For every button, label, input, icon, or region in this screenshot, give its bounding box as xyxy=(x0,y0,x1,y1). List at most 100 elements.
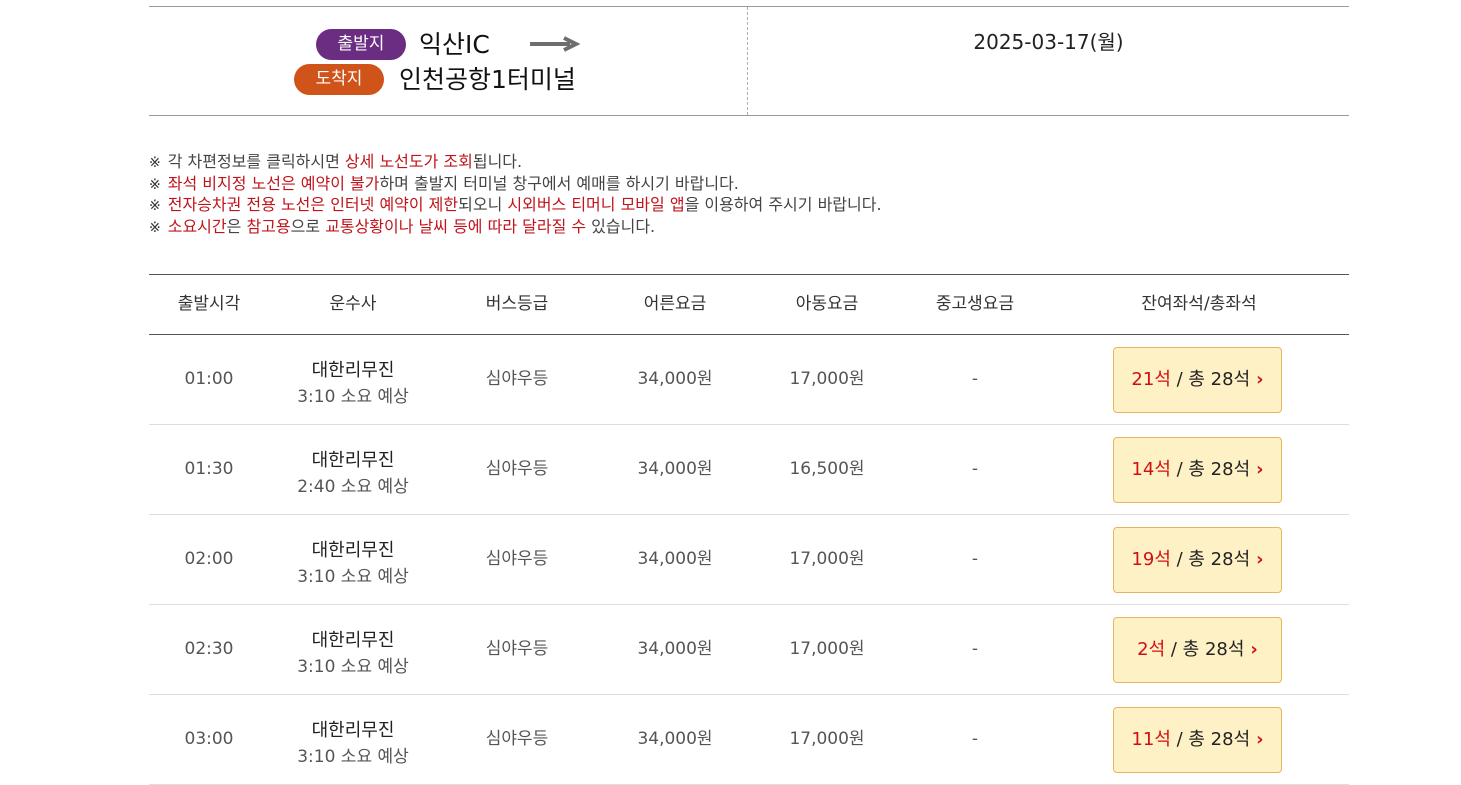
company-name[interactable]: 대한리무진 xyxy=(269,716,437,742)
header-departure-time: 출발시각 xyxy=(177,294,241,314)
child-fare: 17,000원 xyxy=(789,549,865,569)
route-endpoints: 출발지 익산IC 도착지 인천공항1터미널 xyxy=(149,7,748,115)
header-seats: 잔여좌석/총좌석 xyxy=(1141,294,1257,314)
student-fare: - xyxy=(971,729,979,749)
notice-text: 하며 출발지 터미널 창구에서 예매를 하시기 바랍니다. xyxy=(379,173,739,193)
notice-item: ※ 전자승차권 전용 노선은 인터넷 예약이 제한되오니 시외버스 티머니 모바일… xyxy=(149,194,1349,216)
arrow-right-icon xyxy=(530,36,581,52)
notice-highlight: 소요시간 xyxy=(167,216,227,236)
table-header: 출발시각 운수사 버스등급 어른요금 아동요금 중고생요금 잔여좌석/총좌석 xyxy=(149,274,1349,335)
company-cell[interactable]: 대한리무진 3:10 소요 예상 xyxy=(269,605,437,694)
notice-mark: ※ xyxy=(149,198,161,214)
header-company: 운수사 xyxy=(329,294,377,314)
arrival-name: 인천공항1터미널 xyxy=(399,65,576,94)
chevron-right-icon: › xyxy=(1256,549,1264,570)
departure-name: 익산IC xyxy=(419,30,490,59)
company-name[interactable]: 대한리무진 xyxy=(269,446,437,472)
chevron-right-icon: › xyxy=(1256,369,1264,390)
select-seat-button[interactable]: 19석 / 총 28석 › xyxy=(1113,527,1282,593)
notice-highlight: 상세 노선도가 조회 xyxy=(344,152,473,171)
travel-duration: 3:10 소요 예상 xyxy=(297,387,409,407)
total-seats: / 총 28석 xyxy=(1165,639,1245,660)
chevron-right-icon: › xyxy=(1256,459,1264,480)
notice-mark: ※ xyxy=(149,176,161,193)
table-row[interactable]: 02:30 대한리무진 3:10 소요 예상 심야우등 34,000원 17,000원 - 2… xyxy=(149,605,1349,695)
notice-item: ※ 소요시간은 참고용으로 교통상황이나 날씨 등에 따라 달라질 수 있습니다. xyxy=(149,216,1349,238)
departure-date: 2025-03-17(월) xyxy=(973,30,1124,54)
adult-fare: 34,000원 xyxy=(637,639,713,659)
company-cell[interactable]: 대한리무진 3:10 소요 예상 xyxy=(269,515,437,604)
travel-duration: 3:10 소요 예상 xyxy=(297,657,409,677)
company-name[interactable]: 대한리무진 xyxy=(269,356,437,382)
company-name[interactable]: 대한리무진 xyxy=(269,536,437,562)
travel-duration: 2:40 소요 예상 xyxy=(297,477,409,497)
table-body: 01:00 대한리무진 3:10 소요 예상 심야우등 34,000원 17,000원 -2… xyxy=(149,335,1349,785)
notice-mark: ※ xyxy=(149,155,161,171)
departure-time: 03:00 xyxy=(184,729,234,749)
total-seats: / 총 28석 xyxy=(1170,459,1251,480)
bus-grade: 심야우등 xyxy=(485,549,549,569)
departure-badge: 출발지 xyxy=(316,29,406,60)
notice-highlight: 좌석 비지정 노선은 예약이 불가 xyxy=(167,173,380,193)
company-name[interactable]: 대한리무진 xyxy=(269,626,437,652)
travel-duration: 3:10 소요 예상 xyxy=(297,747,409,767)
total-seats: / 총 28석 xyxy=(1170,549,1251,570)
company-cell[interactable]: 대한리무진 3:10 소요 예상 xyxy=(269,695,437,784)
table-row[interactable]: 01:00 대한리무진 3:10 소요 예상 심야우등 34,000원 17,000원 - 2… xyxy=(149,335,1349,425)
student-fare: - xyxy=(971,459,979,479)
child-fare: 17,000원 xyxy=(789,369,865,389)
notice-highlight: 시외버스 티머니 모바일 앱 xyxy=(507,195,685,214)
bus-grade: 심야우등 xyxy=(485,639,549,659)
notice-text: 되오니 xyxy=(458,195,508,214)
select-seat-button[interactable]: 14석 / 총 28석 › xyxy=(1113,437,1282,503)
notice-text: 으로 xyxy=(290,216,326,236)
bus-grade: 심야우등 xyxy=(485,369,549,389)
notice-list: ※ 각 차편정보를 클릭하시면 상세 노선도가 조회됩니다. ※ 좌석 비지정 노선은… xyxy=(149,151,1349,237)
departure-time: 01:30 xyxy=(184,459,234,479)
chevron-right-icon: › xyxy=(1256,729,1264,750)
child-fare: 16,500원 xyxy=(789,459,865,479)
bus-grade: 심야우등 xyxy=(485,459,549,479)
chevron-right-icon: › xyxy=(1250,639,1258,660)
adult-fare: 34,000원 xyxy=(637,459,713,479)
departure-time: 02:00 xyxy=(184,549,234,569)
student-fare: - xyxy=(971,639,979,659)
company-cell[interactable]: 대한리무진 2:40 소요 예상 xyxy=(269,425,437,514)
remaining-seats: 2석 xyxy=(1137,639,1166,660)
student-fare: - xyxy=(971,369,979,389)
notice-item: ※ 각 차편정보를 클릭하시면 상세 노선도가 조회됩니다. xyxy=(149,151,1349,173)
notice-item: ※ 좌석 비지정 노선은 예약이 불가하며 출발지 터미널 창구에서 예매를 하시… xyxy=(149,173,1349,195)
total-seats: / 총 28석 xyxy=(1170,729,1251,750)
departure-time: 02:30 xyxy=(184,639,234,659)
route-summary: 출발지 익산IC 도착지 인천공항1터미널 2025-03-17(월) xyxy=(149,6,1349,116)
notice-text: 됩니다. xyxy=(472,152,523,171)
child-fare: 17,000원 xyxy=(789,639,865,659)
schedule-table: 출발시각 운수사 버스등급 어른요금 아동요금 중고생요금 잔여좌석/총좌석 0… xyxy=(149,274,1349,785)
notice-highlight: 참고용 xyxy=(246,216,291,236)
header-adult-fare: 어른요금 xyxy=(643,294,707,314)
select-seat-button[interactable]: 11석 / 총 28석 › xyxy=(1113,707,1282,773)
child-fare: 17,000원 xyxy=(789,729,865,749)
route-date-panel: 2025-03-17(월) xyxy=(748,7,1349,115)
remaining-seats: 21석 xyxy=(1131,369,1171,390)
notice-highlight: 전자승차권 전용 노선은 인터넷 예약이 제한 xyxy=(167,195,459,214)
select-seat-button[interactable]: 21석 / 총 28석 › xyxy=(1113,347,1282,413)
notice-mark: ※ xyxy=(149,219,161,236)
header-child-fare: 아동요금 xyxy=(795,294,859,314)
table-row[interactable]: 03:00 대한리무진 3:10 소요 예상 심야우등 34,000원 17,000원 - 1… xyxy=(149,695,1349,785)
notice-highlight: 교통상황이나 날씨 등에 따라 달라질 수 xyxy=(325,216,587,236)
remaining-seats: 14석 xyxy=(1131,459,1171,480)
notice-text: 을 이용하여 주시기 바랍니다. xyxy=(684,195,882,214)
table-row[interactable]: 01:30 대한리무진 2:40 소요 예상 심야우등 34,000원 16,500원 - 1… xyxy=(149,425,1349,515)
notice-text: 은 xyxy=(226,216,247,236)
header-student-fare: 중고생요금 xyxy=(935,294,1015,314)
notice-text: 각 차편정보를 클릭하시면 xyxy=(167,152,345,171)
select-seat-button[interactable]: 2석 / 총 28석 › xyxy=(1113,617,1282,683)
company-cell[interactable]: 대한리무진 3:10 소요 예상 xyxy=(269,335,437,424)
table-row[interactable]: 02:00 대한리무진 3:10 소요 예상 심야우등 34,000원 17,000원 - 1… xyxy=(149,515,1349,605)
remaining-seats: 19석 xyxy=(1131,549,1171,570)
travel-duration: 3:10 소요 예상 xyxy=(297,567,409,587)
remaining-seats: 11석 xyxy=(1131,729,1171,750)
student-fare: - xyxy=(971,549,979,569)
arrival-badge: 도착지 xyxy=(294,64,384,95)
